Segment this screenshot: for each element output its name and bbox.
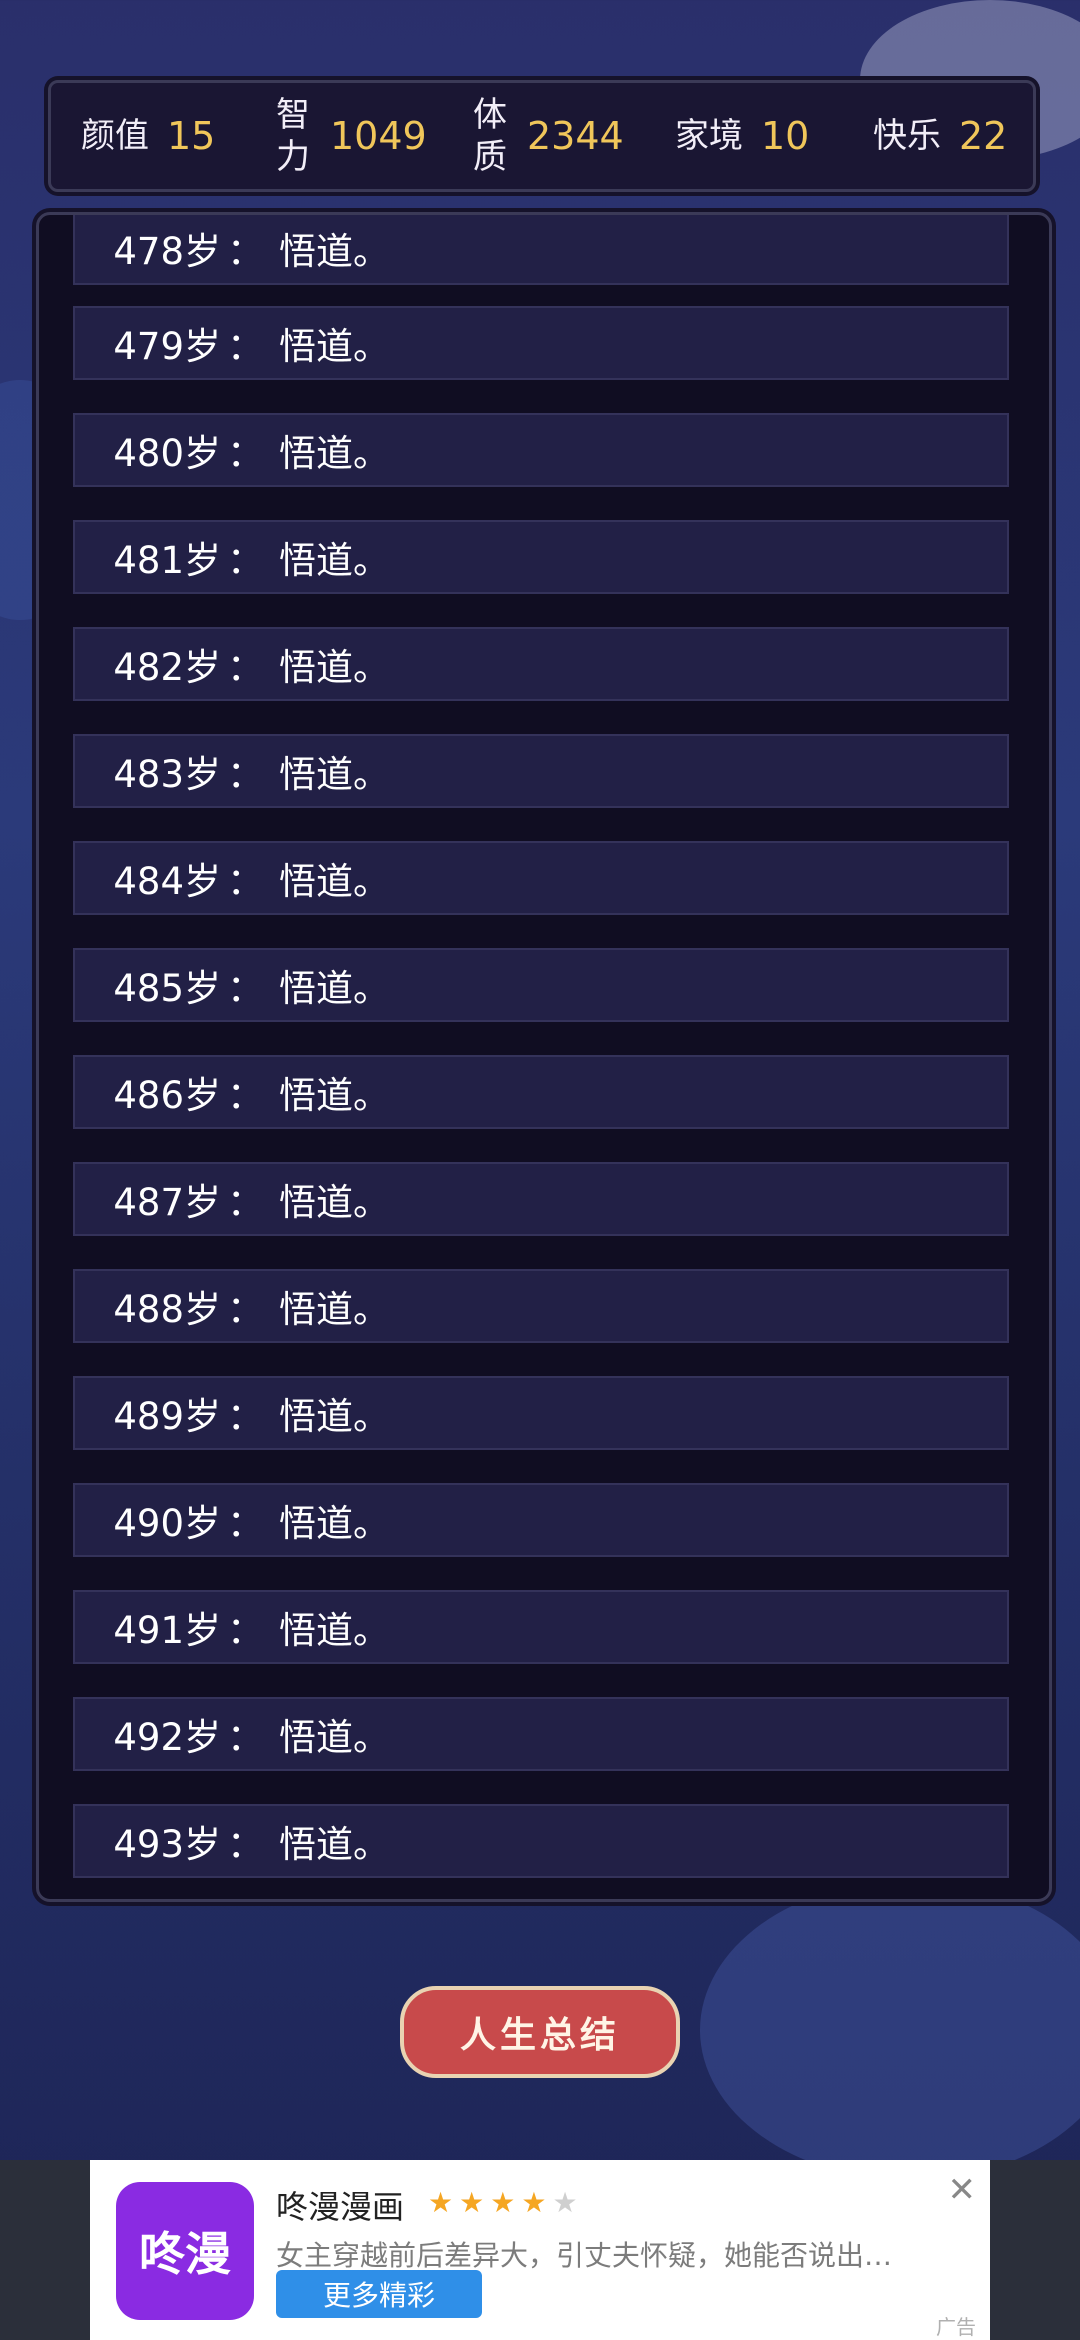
log-event: 悟道。 (279, 1609, 390, 1652)
stat-label: 快乐 (873, 116, 941, 156)
stat-family: 家境 10 (675, 83, 809, 189)
log-row: 492岁： 悟道。 (73, 1697, 1009, 1771)
log-event: 悟道。 (279, 967, 390, 1010)
log-row: 489岁： 悟道。 (73, 1376, 1009, 1450)
log-age: 485岁 (113, 967, 221, 1010)
log-colon: ： (227, 230, 264, 273)
rating-stars: ★★★★★ (428, 2186, 584, 2219)
log-colon: ： (227, 1288, 264, 1331)
stat-happiness: 快乐 22 (873, 83, 1007, 189)
star-icon: ★ (459, 2186, 491, 2219)
stat-value: 2344 (527, 114, 624, 158)
log-colon: ： (227, 1074, 264, 1117)
log-event: 悟道。 (279, 753, 390, 796)
stat-value: 10 (761, 114, 810, 158)
log-colon: ： (227, 646, 264, 689)
log-colon: ： (227, 1609, 264, 1652)
log-row: 484岁： 悟道。 (73, 841, 1009, 915)
log-event: 悟道。 (279, 1502, 390, 1545)
log-row: 480岁： 悟道。 (73, 413, 1009, 487)
stat-label: 体质 (473, 95, 507, 177)
stat-constitution: 体质 2344 (473, 83, 624, 189)
log-row: 493岁： 悟道。 (73, 1804, 1009, 1878)
log-age: 489岁 (113, 1395, 221, 1438)
log-colon: ： (227, 1395, 264, 1438)
log-event: 悟道。 (279, 432, 390, 475)
log-row: 483岁： 悟道。 (73, 734, 1009, 808)
log-row: 488岁： 悟道。 (73, 1269, 1009, 1343)
log-colon: ： (227, 967, 264, 1010)
log-age: 480岁 (113, 432, 221, 475)
log-age: 493岁 (113, 1823, 221, 1866)
log-event: 悟道。 (279, 860, 390, 903)
log-age: 492岁 (113, 1716, 221, 1759)
log-event: 悟道。 (279, 1823, 390, 1866)
log-age: 484岁 (113, 860, 221, 903)
log-age: 490岁 (113, 1502, 221, 1545)
stats-bar: 颜值 15 智力 1049 体质 2344 家境 10 快乐 22 (48, 80, 1036, 192)
star-icon: ★ (490, 2186, 522, 2219)
log-age: 487岁 (113, 1181, 221, 1224)
stat-value: 22 (959, 114, 1008, 158)
log-event: 悟道。 (279, 646, 390, 689)
log-row: 487岁： 悟道。 (73, 1162, 1009, 1236)
star-empty-icon: ★ (552, 2186, 584, 2219)
log-row: 491岁： 悟道。 (73, 1590, 1009, 1664)
log-colon: ： (227, 1181, 264, 1224)
life-log-panel[interactable]: 478岁：悟道。 479岁：悟道。 480岁：悟道。 481岁：悟道。 482岁… (36, 212, 1052, 1902)
mountain-decoration (700, 1880, 1080, 2180)
log-age: 478岁 (113, 230, 221, 273)
log-event: 悟道。 (279, 230, 390, 273)
log-age: 479岁 (113, 325, 221, 368)
log-event: 悟道。 (279, 1395, 390, 1438)
log-age: 482岁 (113, 646, 221, 689)
log-row: 490岁： 悟道。 (73, 1483, 1009, 1557)
log-colon: ： (227, 432, 264, 475)
log-colon: ： (227, 860, 264, 903)
stat-value: 15 (167, 114, 216, 158)
ad-banner[interactable]: 咚漫 咚漫漫画 ★★★★★ 女主穿越前后差异大，引丈夫怀疑，她能否说出… 更多精… (90, 2160, 990, 2340)
life-summary-button[interactable]: 人生总结 (400, 1986, 680, 2078)
log-event: 悟道。 (279, 1716, 390, 1759)
log-row: 482岁： 悟道。 (73, 627, 1009, 701)
ad-cta-button[interactable]: 更多精彩 (276, 2270, 482, 2318)
log-colon: ： (227, 753, 264, 796)
log-event: 悟道。 (279, 1074, 390, 1117)
log-event: 悟道。 (279, 539, 390, 582)
log-event: 悟道。 (279, 1288, 390, 1331)
star-icon: ★ (428, 2186, 460, 2219)
log-colon: ： (227, 325, 264, 368)
log-age: 491岁 (113, 1609, 221, 1652)
ad-description[interactable]: 女主穿越前后差异大，引丈夫怀疑，她能否说出… (276, 2234, 956, 2274)
log-row: 478岁： 悟道。 (73, 215, 1009, 285)
ad-title[interactable]: 咚漫漫画 (276, 2182, 404, 2228)
app-logo-icon[interactable]: 咚漫 (116, 2182, 254, 2320)
stat-label: 颜值 (81, 116, 149, 156)
ad-label: 广告 (936, 2315, 976, 2339)
log-row: 481岁： 悟道。 (73, 520, 1009, 594)
log-row: 486岁： 悟道。 (73, 1055, 1009, 1129)
log-row: 485岁： 悟道。 (73, 948, 1009, 1022)
log-row: 479岁： 悟道。 (73, 306, 1009, 380)
log-colon: ： (227, 539, 264, 582)
log-age: 488岁 (113, 1288, 221, 1331)
stat-label: 智力 (276, 95, 310, 177)
star-icon: ★ (521, 2186, 553, 2219)
stat-value: 1049 (330, 114, 427, 158)
close-icon[interactable]: ✕ (948, 2170, 977, 2210)
log-colon: ： (227, 1502, 264, 1545)
log-age: 486岁 (113, 1074, 221, 1117)
log-colon: ： (227, 1823, 264, 1866)
log-age: 483岁 (113, 753, 221, 796)
log-event: 悟道。 (279, 325, 390, 368)
log-colon: ： (227, 1716, 264, 1759)
stat-intelligence: 智力 1049 (276, 83, 427, 189)
log-event: 悟道。 (279, 1181, 390, 1224)
log-age: 481岁 (113, 539, 221, 582)
stat-label: 家境 (675, 116, 743, 156)
stat-appearance: 颜值 15 (81, 83, 215, 189)
